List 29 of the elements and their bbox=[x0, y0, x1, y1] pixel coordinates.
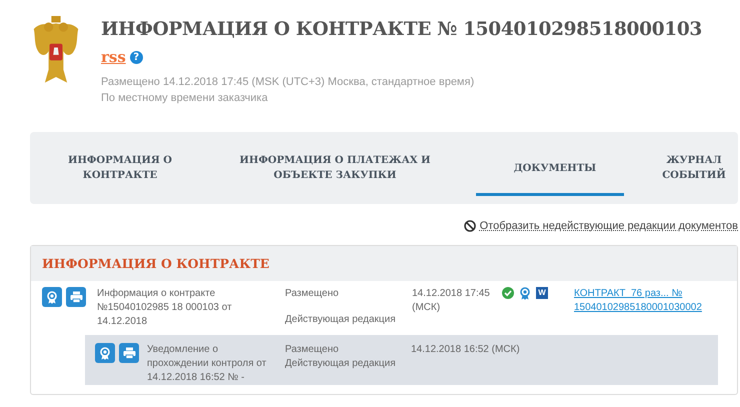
document-name: Информация о контракте №15040102985 18 000103 от 14.12.2018 bbox=[97, 287, 233, 329]
tab[interactable]: ДОКУМЕНТЫ bbox=[460, 132, 650, 204]
tab[interactable]: ЖУРНАЛ СОБЫТИЙ bbox=[650, 132, 738, 204]
printer-icon bbox=[122, 347, 136, 359]
document-date: 14.12.2018 17:45 (МСК) bbox=[412, 287, 491, 315]
document-status: Размещено bbox=[285, 343, 340, 357]
page-title: ИНФОРМАЦИЯ О КОНТРАКТЕ № 1504010298518000103 bbox=[101, 18, 702, 42]
section-title: ИНФОРМАЦИЯ О КОНТРАКТЕ bbox=[42, 256, 270, 271]
document-date: 14.12.2018 16:52 (МСК) bbox=[411, 343, 521, 357]
award-icon bbox=[46, 290, 58, 304]
printer-icon bbox=[70, 291, 82, 303]
hidden-icon bbox=[464, 220, 476, 232]
award-icon bbox=[99, 346, 111, 360]
document-edition: Действующая редакция bbox=[285, 357, 396, 371]
help-icon[interactable]: ? bbox=[130, 50, 143, 64]
print-button[interactable] bbox=[119, 343, 139, 363]
file-link[interactable]: КОНТРАКТ_76 раз... № 15040102985180001030002 bbox=[574, 287, 710, 329]
word-file-icon[interactable]: W bbox=[536, 287, 548, 299]
print-button[interactable] bbox=[66, 287, 86, 307]
award-icon bbox=[519, 287, 531, 300]
certificate-button[interactable] bbox=[95, 343, 115, 363]
tab[interactable]: ИНФОРМАЦИЯ О КОНТРАКТЕ bbox=[30, 132, 210, 204]
posted-text: Размещено 14.12.2018 17:45 (MSK (UTC+3) Москва, стандартное время) bbox=[101, 75, 476, 90]
certificate-button[interactable] bbox=[42, 287, 62, 307]
document-status: Размещено bbox=[285, 287, 340, 301]
local-time-note: По местному времени заказчика bbox=[101, 91, 269, 106]
tab[interactable]: ИНФОРМАЦИЯ О ПЛАТЕЖАХ И ОБЪЕКТЕ ЗАКУПКИ bbox=[210, 132, 460, 204]
document-edition: Действующая редакция bbox=[285, 313, 396, 327]
document-name: Уведомление о прохождении контроля от 14.12.2018 16:52 № - bbox=[147, 343, 268, 385]
